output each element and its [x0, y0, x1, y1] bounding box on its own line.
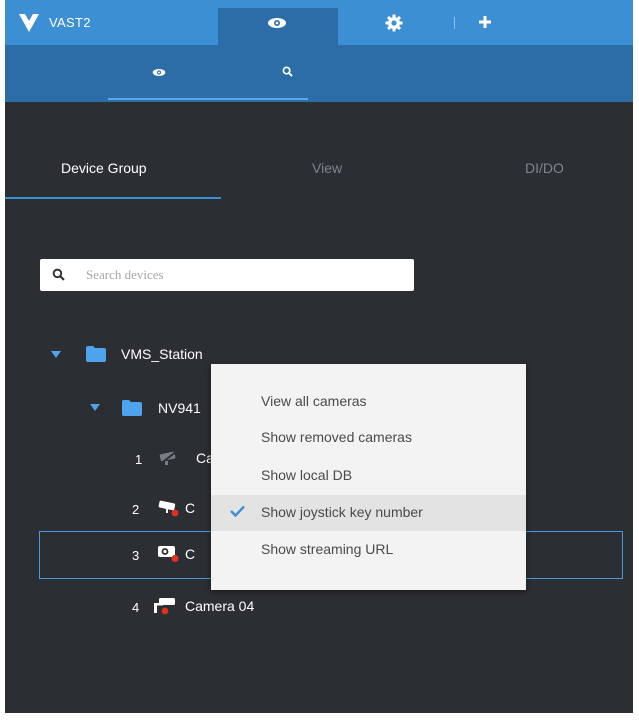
camera-number: 1 — [135, 452, 143, 467]
camera-label[interactable]: Camera 04 — [185, 598, 254, 614]
bullet-camera-icon — [154, 598, 175, 615]
expand-caret-icon[interactable] — [90, 404, 100, 411]
tab-di-do[interactable]: DI/DO — [525, 160, 564, 176]
brand: VAST2 — [19, 0, 91, 45]
bullet-camera-icon — [158, 500, 179, 517]
camera-label[interactable]: C — [185, 500, 195, 516]
menu-item-show-joystick-key-number[interactable]: Show joystick key number — [211, 495, 526, 531]
menu-item-show-streaming-url[interactable]: Show streaming URL — [211, 532, 526, 568]
folder-icon — [122, 400, 142, 416]
eye-icon[interactable] — [149, 65, 169, 79]
menu-item-show-removed-cameras[interactable]: Show removed cameras — [211, 420, 526, 456]
top-bar: VAST2 — [5, 0, 633, 45]
box-camera-icon — [158, 546, 179, 563]
folder-icon — [86, 346, 106, 362]
vivotek-logo-icon — [19, 13, 39, 32]
tab-device-group[interactable]: Device Group — [61, 160, 147, 176]
camera-number: 2 — [132, 502, 140, 517]
search-icon — [52, 268, 65, 281]
search-icon[interactable] — [280, 64, 294, 78]
tab-underline — [5, 197, 221, 199]
tab-view[interactable]: View — [312, 160, 342, 176]
app-title: VAST2 — [49, 15, 91, 30]
search-box[interactable] — [40, 259, 414, 291]
expand-caret-icon[interactable] — [51, 351, 61, 358]
search-input[interactable] — [86, 259, 396, 291]
sub-tab-underline — [108, 98, 308, 100]
tree-nvr-label[interactable]: NV941 — [158, 400, 201, 416]
context-menu: View all cameras Show removed cameras Sh… — [211, 364, 526, 590]
tree-station-label[interactable]: VMS_Station — [121, 346, 203, 362]
menu-item-label: Show removed cameras — [261, 429, 412, 445]
tab-divider — [454, 17, 455, 29]
menu-item-label: Show local DB — [261, 467, 353, 483]
camera-label[interactable]: C — [185, 546, 195, 562]
menu-item-label: Show joystick key number — [261, 504, 423, 520]
menu-item-label: View all cameras — [261, 393, 367, 409]
gear-icon[interactable] — [384, 13, 404, 33]
menu-item-show-local-db[interactable]: Show local DB — [211, 458, 526, 494]
vast2-app-window: VAST2 Device Group View DI/DO Search dev… — [5, 0, 633, 713]
sub-bar — [5, 45, 633, 102]
camera-number: 4 — [132, 600, 140, 615]
camera-number: 3 — [132, 548, 140, 563]
menu-item-label: Show streaming URL — [261, 541, 394, 557]
plus-icon[interactable] — [477, 14, 493, 30]
checkmark-icon — [230, 505, 245, 517]
menu-item-view-all-cameras[interactable]: View all cameras — [211, 384, 526, 420]
camera-disconnected-icon — [158, 450, 178, 466]
eye-icon[interactable] — [265, 15, 289, 31]
